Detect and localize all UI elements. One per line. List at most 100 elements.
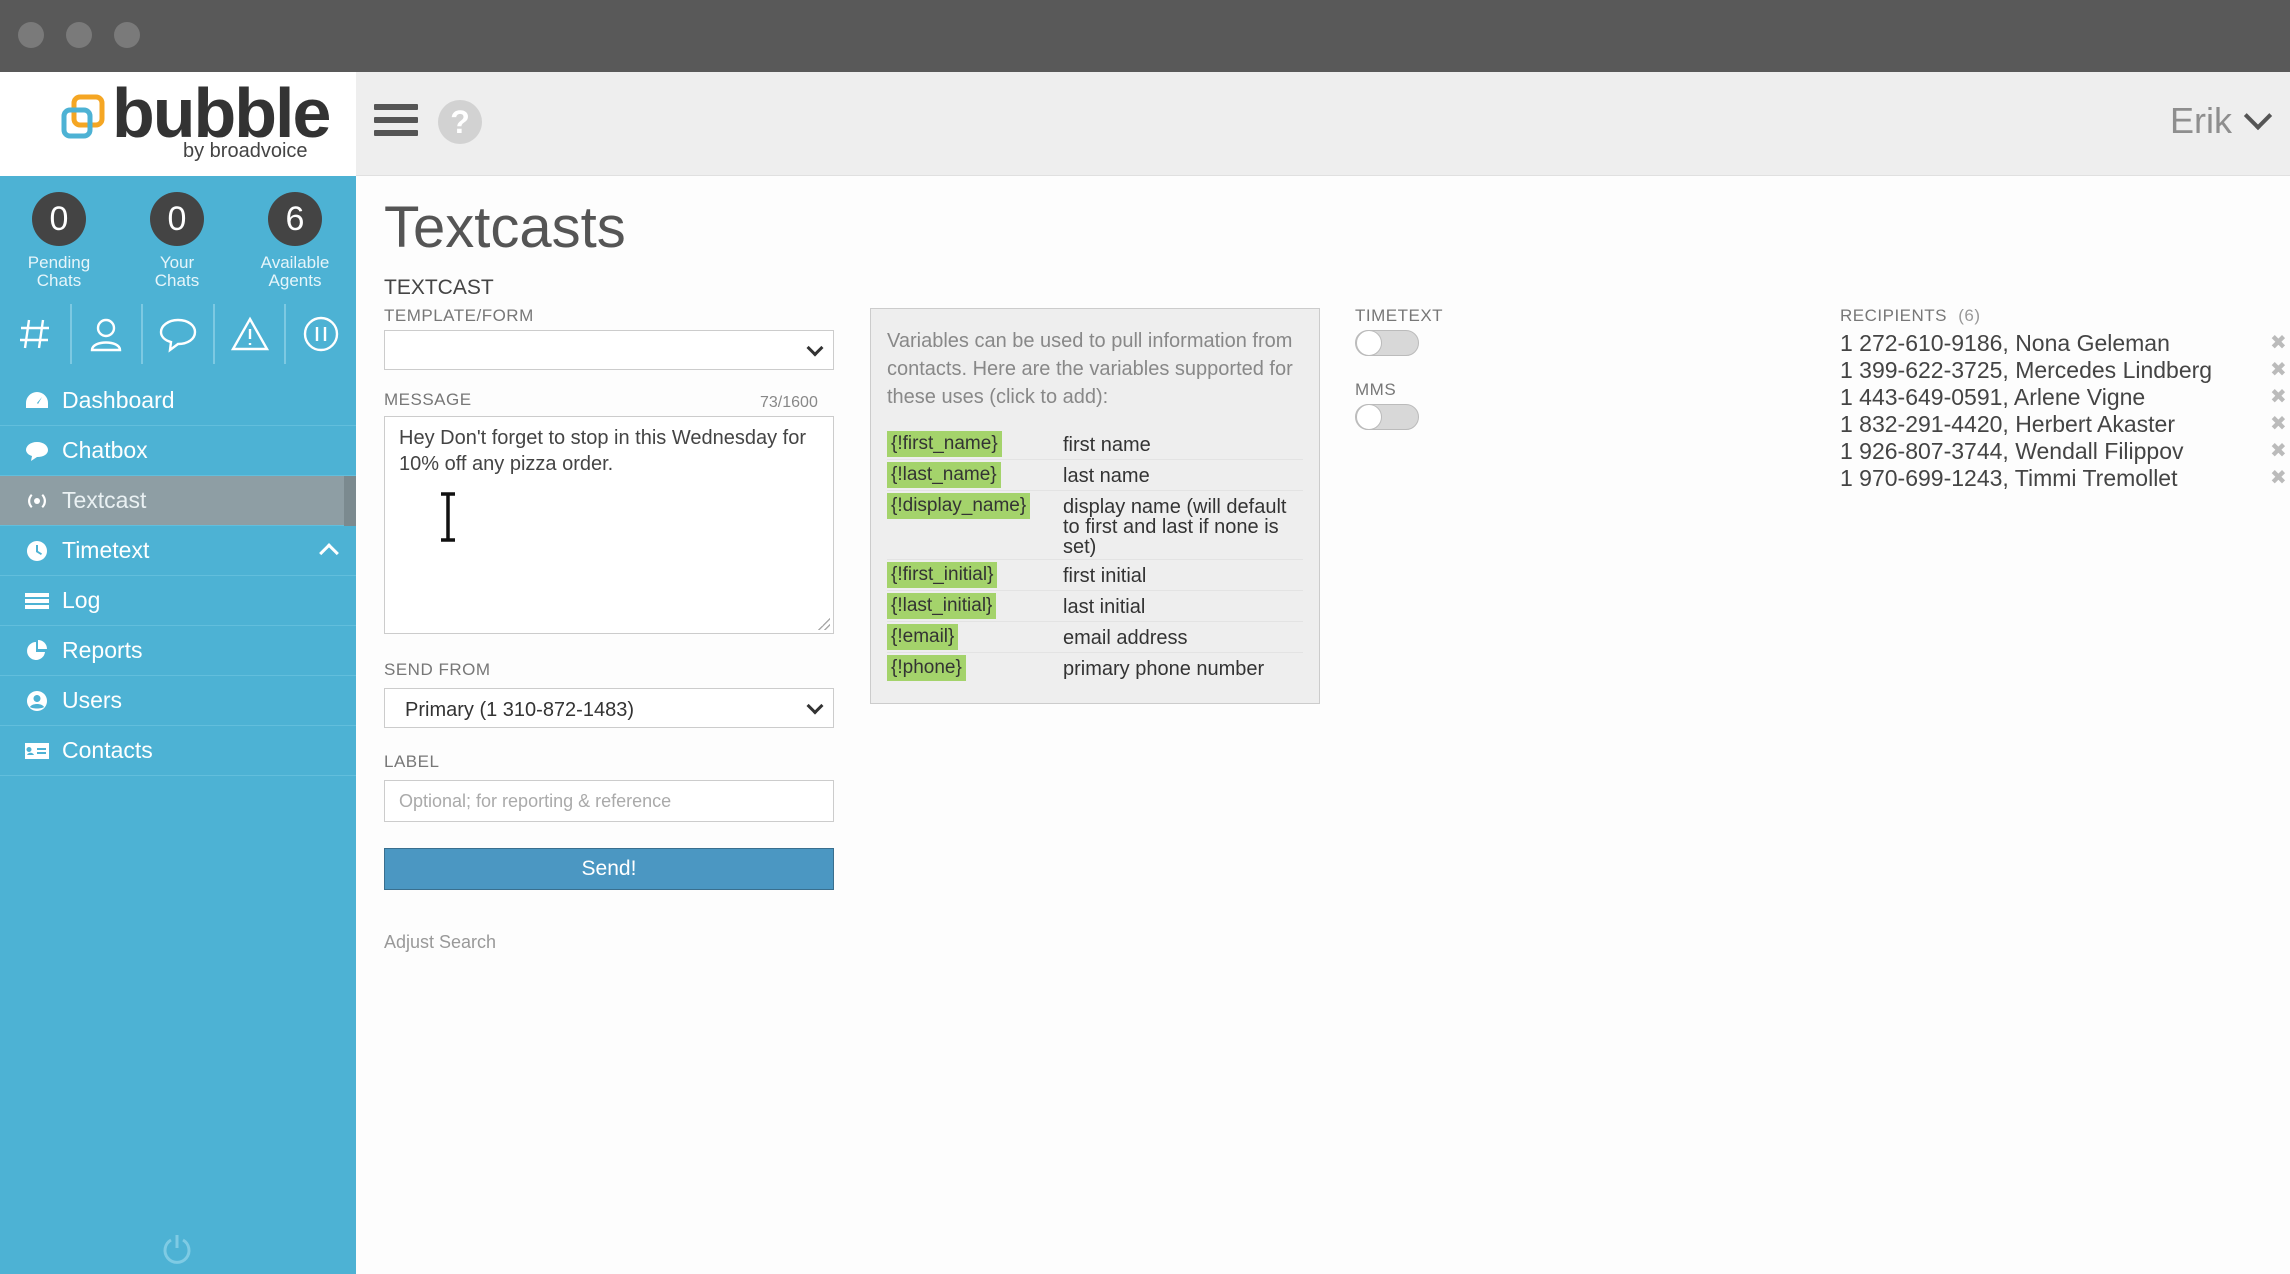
- sidebar-item-timetext[interactable]: Timetext: [0, 526, 356, 576]
- template-label: TEMPLATE/FORM: [384, 306, 534, 325]
- adjust-search-link[interactable]: Adjust Search: [384, 932, 496, 953]
- sidebar-item-log[interactable]: Log: [0, 576, 356, 626]
- menu-icon[interactable]: [374, 104, 418, 140]
- variable-row[interactable]: {!first_initial} first initial: [887, 560, 1303, 591]
- variable-code[interactable]: {!first_initial}: [887, 562, 998, 588]
- send-button[interactable]: Send!: [384, 848, 834, 890]
- help-icon[interactable]: ?: [438, 100, 482, 144]
- recipient-item: 1 272-610-9186, Nona Geleman ✖: [1840, 330, 2287, 357]
- bubble-logo-icon: [61, 94, 105, 139]
- variable-description: primary phone number: [1063, 658, 1265, 680]
- alert-button[interactable]: [215, 304, 287, 364]
- timetext-toggle[interactable]: [1355, 330, 1419, 356]
- sidebar-item-textcast[interactable]: Textcast: [0, 476, 356, 526]
- remove-icon[interactable]: ✖: [2270, 330, 2287, 357]
- recipient-item: 1 926-807-3744, Wendall Filippov ✖: [1840, 438, 2287, 465]
- toggle-knob: [1356, 330, 1382, 356]
- variable-row[interactable]: {!last_initial} last initial: [887, 591, 1303, 622]
- chevron-down-icon: [806, 697, 824, 715]
- address-card-icon: [24, 740, 50, 762]
- section-title: TEXTCAST: [384, 276, 494, 299]
- variables-panel: Variables can be used to pull informatio…: [870, 308, 1320, 704]
- stat-label: Chats: [154, 271, 200, 290]
- remove-icon[interactable]: ✖: [2270, 384, 2287, 411]
- remove-icon[interactable]: ✖: [2270, 465, 2287, 492]
- variable-code[interactable]: {!display_name}: [887, 493, 1031, 519]
- variable-description: last initial: [1063, 596, 1146, 618]
- recipient-item: 1 832-291-4420, Herbert Akaster ✖: [1840, 411, 2287, 438]
- variable-code[interactable]: {!email}: [887, 624, 959, 650]
- send-from-label: SEND FROM: [384, 660, 491, 679]
- window-maximize-dot[interactable]: [114, 22, 140, 48]
- variable-code[interactable]: {!last_name}: [887, 462, 1001, 488]
- send-from-select[interactable]: Primary (1 310-872-1483): [384, 688, 834, 728]
- variable-code[interactable]: {!first_name}: [887, 431, 1002, 457]
- recipient-item: 1 443-649-0591, Arlene Vigne ✖: [1840, 384, 2287, 411]
- user-menu[interactable]: Erik: [2170, 100, 2273, 142]
- remove-icon[interactable]: ✖: [2270, 411, 2287, 438]
- stat-available-agents[interactable]: 6 Available Agents: [240, 192, 350, 290]
- variable-description: last name: [1063, 465, 1150, 487]
- mms-toggle[interactable]: [1355, 404, 1419, 430]
- variable-description: first name: [1063, 434, 1151, 456]
- variable-row[interactable]: {!display_name} display name (will defau…: [887, 491, 1303, 560]
- label-input[interactable]: [384, 780, 834, 822]
- recipient-text: 1 832-291-4420, Herbert Akaster: [1840, 411, 2175, 437]
- power-icon[interactable]: [160, 1232, 194, 1266]
- sidebar-item-dashboard[interactable]: Dashboard: [0, 376, 356, 426]
- sidebar-item-users[interactable]: Users: [0, 676, 356, 726]
- chat-button[interactable]: [143, 304, 215, 364]
- recipient-text: 1 443-649-0591, Arlene Vigne: [1840, 384, 2146, 410]
- variable-row[interactable]: {!phone} primary phone number: [887, 653, 1303, 683]
- broadcast-icon: [24, 490, 50, 512]
- logo-text: bubble: [112, 74, 331, 152]
- variable-code[interactable]: {!phone}: [887, 655, 966, 681]
- variable-description: display name (will default to first and …: [1063, 496, 1287, 558]
- chevron-down-icon: [806, 339, 824, 357]
- sidebar-item-reports[interactable]: Reports: [0, 626, 356, 676]
- template-select[interactable]: [384, 330, 834, 370]
- stat-label: Available: [260, 253, 330, 272]
- stat-pending-chats[interactable]: 0 Pending Chats: [4, 192, 114, 290]
- user-button[interactable]: [72, 304, 144, 364]
- stat-label: Pending: [27, 253, 91, 272]
- sidebar-nav: Dashboard Chatbox Textcast Timetext Log: [0, 376, 356, 776]
- recipient-item: 1 399-622-3725, Mercedes Lindberg ✖: [1840, 357, 2287, 384]
- user-name: Erik: [2170, 100, 2232, 141]
- chevron-up-icon[interactable]: [319, 543, 339, 563]
- variable-code[interactable]: {!last_initial}: [887, 593, 997, 619]
- remove-icon[interactable]: ✖: [2270, 438, 2287, 465]
- remove-icon[interactable]: ✖: [2270, 357, 2287, 384]
- clock-icon: [24, 540, 50, 562]
- list-icon: [24, 590, 50, 612]
- sidebar-item-label: Chatbox: [62, 437, 148, 463]
- sidebar-item-chatbox[interactable]: Chatbox: [0, 426, 356, 476]
- recipient-text: 1 970-699-1243, Timmi Tremollet: [1840, 465, 2178, 491]
- recipient-text: 1 272-610-9186, Nona Geleman: [1840, 330, 2170, 356]
- recipient-item: 1 970-699-1243, Timmi Tremollet ✖: [1840, 465, 2287, 492]
- message-text: Hey Don't forget to stop in this Wednesd…: [399, 427, 806, 475]
- hashtag-button[interactable]: [0, 304, 72, 364]
- recipients-title: RECIPIENTS: [1840, 306, 1948, 325]
- window-minimize-dot[interactable]: [66, 22, 92, 48]
- gauge-icon: [24, 390, 50, 412]
- variable-row[interactable]: {!email} email address: [887, 622, 1303, 653]
- recipient-text: 1 399-622-3725, Mercedes Lindberg: [1840, 357, 2213, 383]
- chat-stats: 0 Pending Chats 0 Your Chats 6 Available…: [0, 176, 356, 298]
- logo[interactable]: bubble by broadvoice: [0, 72, 356, 176]
- user-icon: [91, 318, 122, 352]
- mms-label: MMS: [1355, 380, 1397, 399]
- window-titlebar: [0, 0, 2290, 72]
- sidebar-item-contacts[interactable]: Contacts: [0, 726, 356, 776]
- main-content: Textcasts TEXTCAST TEMPLATE/FORM MESSAGE…: [356, 176, 2290, 1274]
- window-close-dot[interactable]: [18, 22, 44, 48]
- variable-row[interactable]: {!last_name} last name: [887, 460, 1303, 491]
- resize-handle[interactable]: [818, 618, 830, 630]
- sidebar-item-label: Contacts: [62, 737, 153, 763]
- sidebar-item-label: Textcast: [62, 487, 147, 513]
- stat-count: 0: [150, 192, 204, 246]
- stat-your-chats[interactable]: 0 Your Chats: [122, 192, 232, 290]
- pause-button[interactable]: [286, 304, 356, 364]
- variable-row[interactable]: {!first_name} first name: [887, 429, 1303, 460]
- user-circle-icon: [24, 690, 50, 712]
